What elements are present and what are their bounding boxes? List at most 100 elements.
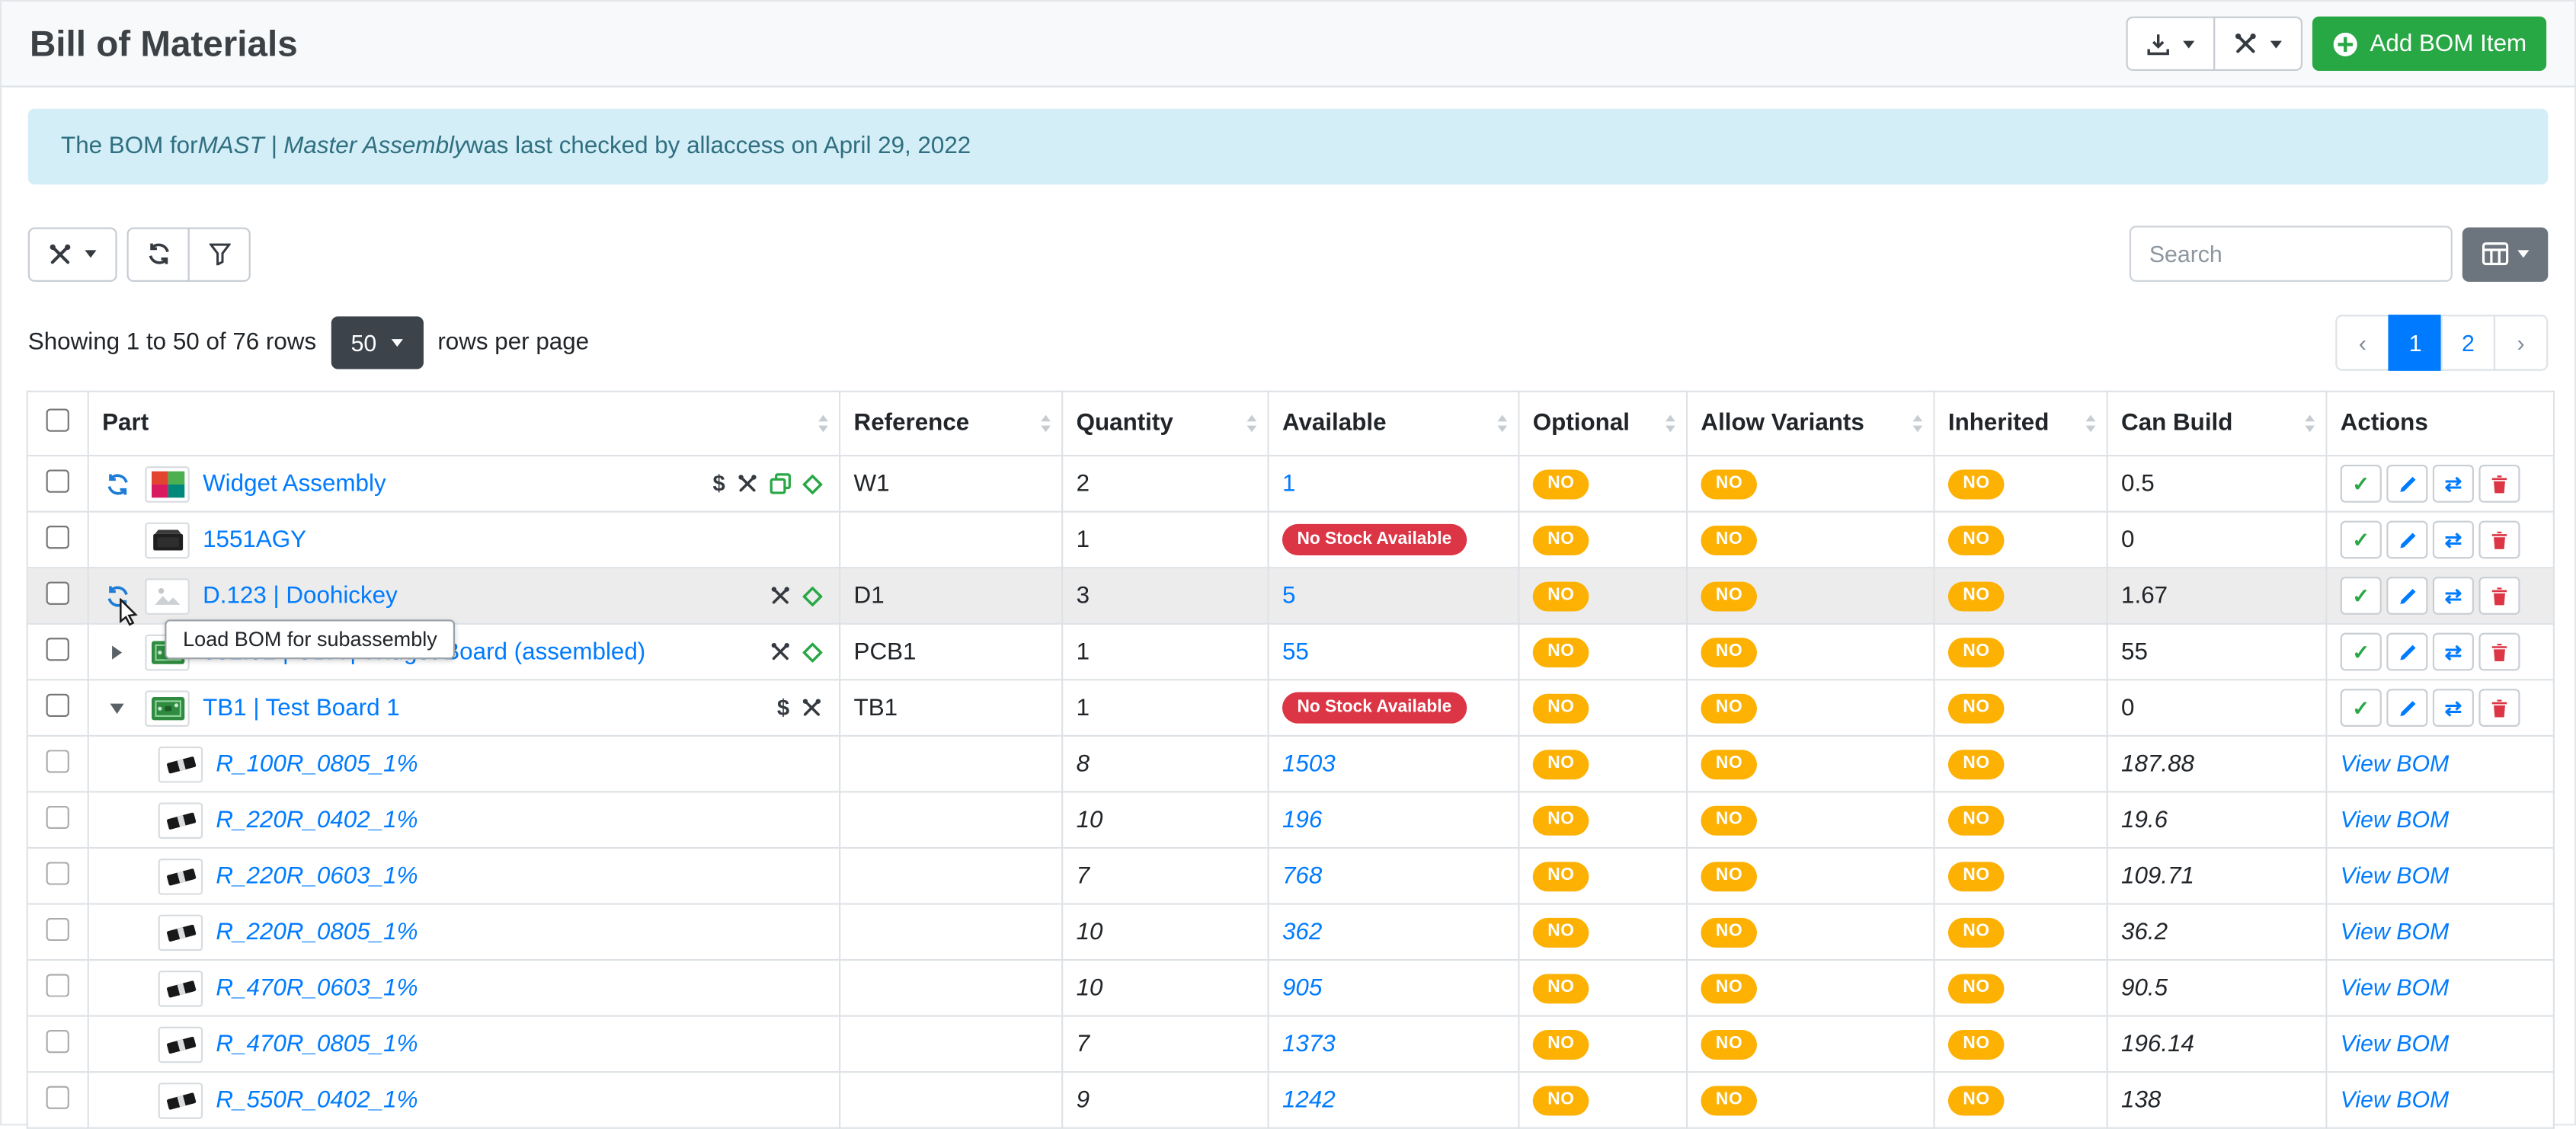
col-can-build[interactable]: Can Build	[2107, 392, 2327, 456]
sort-icon[interactable]	[818, 414, 829, 433]
row-checkbox[interactable]	[46, 861, 69, 884]
delete-button[interactable]	[2478, 633, 2520, 671]
select-all-checkbox[interactable]	[46, 408, 69, 431]
allow-variants-badge: NO	[1701, 526, 1757, 555]
substitutes-button[interactable]: ⇄	[2433, 633, 2474, 671]
sort-icon[interactable]	[1246, 414, 1257, 433]
part-link[interactable]: R_470R_0603_1%	[216, 975, 418, 1002]
delete-button[interactable]	[2478, 465, 2520, 503]
export-button[interactable]	[2126, 17, 2215, 71]
col-allow-variants[interactable]: Allow Variants	[1687, 392, 1934, 456]
row-checkbox[interactable]	[46, 917, 69, 940]
view-bom-link[interactable]: View BOM	[2341, 1030, 2450, 1057]
part-link[interactable]: R_550R_0402_1%	[216, 1087, 418, 1114]
col-optional[interactable]: Optional	[1518, 392, 1687, 456]
row-checkbox[interactable]	[46, 1085, 69, 1108]
edit-button[interactable]	[2386, 465, 2427, 503]
available-stock-link[interactable]: 196	[1282, 807, 1322, 833]
view-bom-link[interactable]: View BOM	[2341, 806, 2450, 833]
col-inherited[interactable]: Inherited	[1934, 392, 2107, 456]
available-cell: No Stock Available	[1269, 512, 1519, 568]
row-checkbox[interactable]	[46, 581, 69, 604]
resistor-thumbnail	[158, 746, 203, 782]
substitutes-button[interactable]: ⇄	[2433, 689, 2474, 727]
validate-button[interactable]: ✓	[2341, 633, 2382, 671]
available-stock-link[interactable]: 1373	[1282, 1031, 1336, 1057]
row-checkbox[interactable]	[46, 637, 69, 660]
expand-row-icon[interactable]	[102, 644, 132, 660]
edit-button[interactable]	[2386, 633, 2427, 671]
part-link[interactable]: D.123 | Doohickey	[203, 583, 398, 609]
page-size-select[interactable]: 50	[331, 316, 423, 369]
view-bom-link[interactable]: View BOM	[2341, 918, 2450, 945]
row-checkbox[interactable]	[46, 749, 69, 772]
part-link[interactable]: R_220R_0805_1%	[216, 919, 418, 945]
delete-button[interactable]	[2478, 577, 2520, 615]
table-actions-button[interactable]	[28, 226, 117, 280]
next-page-button[interactable]: ›	[2494, 315, 2548, 371]
part-link[interactable]: TB1 | Test Board 1	[203, 695, 400, 721]
available-stock-link[interactable]: 1	[1282, 471, 1295, 497]
view-bom-link[interactable]: View BOM	[2341, 750, 2450, 776]
reference-cell	[840, 792, 1062, 848]
available-stock-link[interactable]: 55	[1282, 638, 1309, 665]
part-link[interactable]: Widget Assembly	[203, 471, 386, 497]
available-stock-link[interactable]: 768	[1282, 862, 1322, 889]
view-bom-link[interactable]: View BOM	[2341, 862, 2450, 888]
part-link[interactable]: R_220R_0402_1%	[216, 807, 418, 833]
available-stock-link[interactable]: 905	[1282, 975, 1322, 1002]
reference-cell	[840, 904, 1062, 961]
row-checkbox[interactable]	[46, 525, 69, 548]
sort-icon[interactable]	[2085, 414, 2096, 433]
validate-button[interactable]: ✓	[2341, 465, 2382, 503]
available-stock-link[interactable]: 362	[1282, 919, 1322, 945]
part-link[interactable]: R_470R_0805_1%	[216, 1031, 418, 1057]
sort-icon[interactable]	[1496, 414, 1508, 433]
substitutes-button[interactable]: ⇄	[2433, 577, 2474, 615]
col-part[interactable]: Part	[88, 392, 840, 456]
columns-button[interactable]	[2462, 226, 2548, 280]
edit-button[interactable]	[2386, 577, 2427, 615]
page-size-value: 50	[351, 330, 377, 357]
row-checkbox[interactable]	[46, 1029, 69, 1052]
edit-button[interactable]	[2386, 521, 2427, 559]
validate-button[interactable]: ✓	[2341, 577, 2382, 615]
col-quantity[interactable]: Quantity	[1062, 392, 1268, 456]
row-checkbox[interactable]	[46, 469, 69, 491]
sort-icon[interactable]	[1912, 414, 1923, 433]
substitutes-button[interactable]: ⇄	[2433, 521, 2474, 559]
edit-button[interactable]	[2386, 689, 2427, 727]
load-subassembly-icon[interactable]	[102, 472, 132, 495]
part-link[interactable]: 1551AGY	[203, 526, 306, 553]
available-stock-link[interactable]: 1503	[1282, 750, 1336, 777]
bom-actions-button[interactable]	[2213, 17, 2302, 71]
refresh-button[interactable]	[127, 226, 190, 280]
part-link[interactable]: R_100R_0805_1%	[216, 750, 418, 777]
search-input[interactable]	[2130, 225, 2453, 282]
available-stock-link[interactable]: 5	[1282, 583, 1295, 609]
delete-button[interactable]	[2478, 689, 2520, 727]
table-summary: Showing 1 to 50 of 76 rows 50 rows per p…	[28, 315, 2549, 371]
view-bom-link[interactable]: View BOM	[2341, 1086, 2450, 1113]
row-checkbox[interactable]	[46, 805, 69, 828]
add-bom-item-button[interactable]: Add BOM Item	[2312, 17, 2546, 71]
collapse-row-icon[interactable]	[102, 701, 132, 714]
col-reference[interactable]: Reference	[840, 392, 1062, 456]
prev-page-button[interactable]: ‹	[2335, 315, 2389, 371]
row-checkbox[interactable]	[46, 693, 69, 716]
sort-icon[interactable]	[2304, 414, 2315, 433]
sort-icon[interactable]	[1040, 414, 1051, 433]
part-link[interactable]: R_220R_0603_1%	[216, 862, 418, 889]
row-checkbox[interactable]	[46, 973, 69, 996]
filter-button[interactable]	[188, 226, 251, 280]
validate-button[interactable]: ✓	[2341, 521, 2382, 559]
available-stock-link[interactable]: 1242	[1282, 1087, 1336, 1114]
validate-button[interactable]: ✓	[2341, 689, 2382, 727]
view-bom-link[interactable]: View BOM	[2341, 974, 2450, 1000]
substitutes-button[interactable]: ⇄	[2433, 465, 2474, 503]
page-button-2[interactable]: 2	[2441, 315, 2495, 371]
page-button-1[interactable]: 1	[2388, 315, 2442, 371]
sort-icon[interactable]	[1665, 414, 1676, 433]
col-available[interactable]: Available	[1269, 392, 1519, 456]
delete-button[interactable]	[2478, 521, 2520, 559]
